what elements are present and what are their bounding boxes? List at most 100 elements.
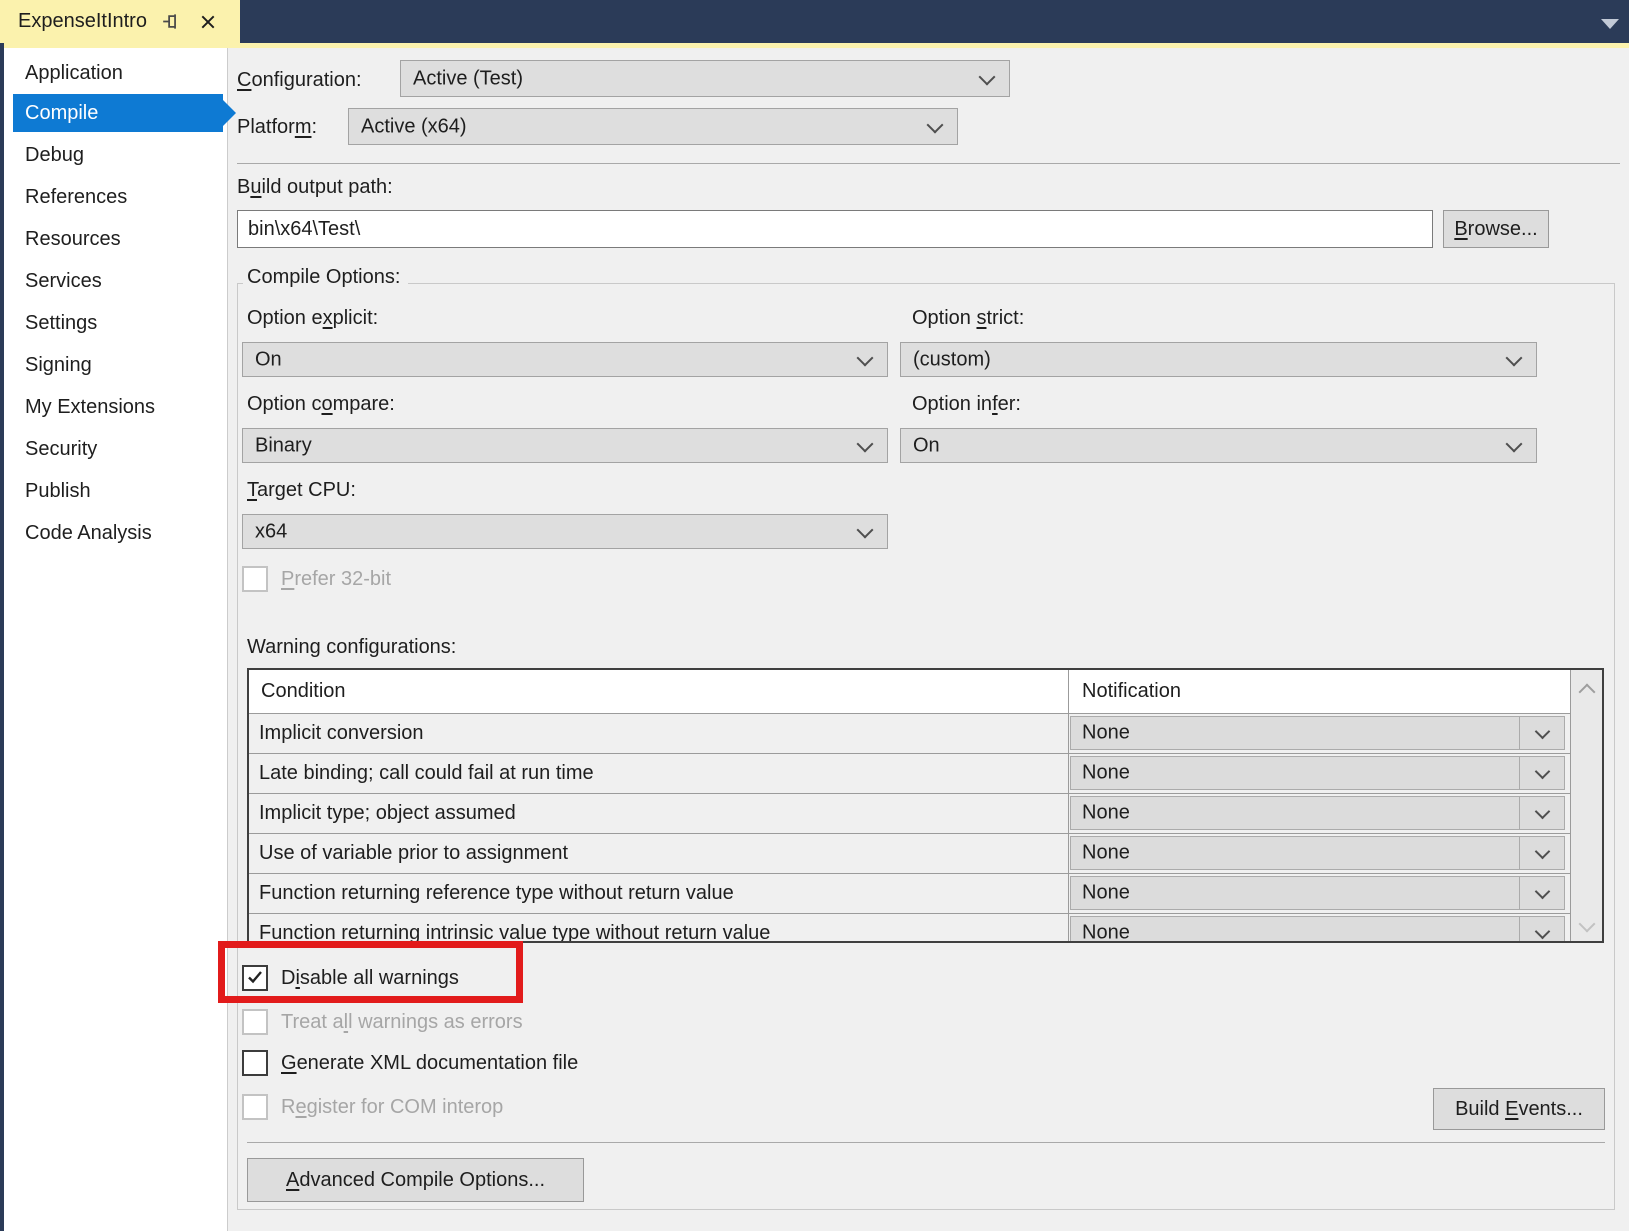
platform-value: Active (x64): [361, 115, 467, 137]
condition-cell: Implicit type; object assumed: [259, 802, 516, 824]
condition-cell: Implicit conversion: [259, 722, 424, 744]
notification-select[interactable]: None: [1070, 756, 1565, 790]
build-output-path-label: Build output path:: [237, 176, 393, 198]
sidebar-item-label: My Extensions: [25, 395, 156, 418]
sidebar-item-application[interactable]: Application: [13, 54, 223, 92]
build-output-path-input[interactable]: [237, 210, 1433, 248]
chevron-down-icon: [1534, 763, 1551, 780]
sidebar-item-services[interactable]: Services: [13, 262, 223, 300]
table-row[interactable]: Function returning reference type withou…: [249, 874, 1570, 914]
target-cpu-select[interactable]: x64: [242, 514, 888, 549]
table-row[interactable]: Implicit conversion None: [249, 714, 1570, 754]
chevron-down-icon: [856, 349, 874, 366]
treat-warnings-as-errors-checkbox: Treat all warnings as errors: [242, 1009, 523, 1035]
document-tab[interactable]: ExpenseItIntro: [0, 0, 240, 48]
prefer-32bit-checkbox: Prefer 32-bit: [242, 566, 391, 592]
configuration-select[interactable]: Active (Test): [400, 60, 1010, 97]
platform-select[interactable]: Active (x64): [348, 108, 958, 145]
sidebar-item-label: References: [25, 185, 128, 208]
table-row[interactable]: Function returning intrinsic value type …: [249, 914, 1570, 941]
chevron-down-icon[interactable]: [1601, 19, 1619, 29]
sidebar-item-debug[interactable]: Debug: [13, 136, 223, 174]
close-icon[interactable]: [197, 11, 219, 33]
condition-cell: Function returning intrinsic value type …: [259, 922, 771, 941]
chevron-down-icon: [856, 435, 874, 452]
notification-select[interactable]: None: [1070, 916, 1565, 941]
chevron-down-icon: [978, 68, 996, 85]
condition-cell: Late binding; call could fail at run tim…: [259, 762, 594, 784]
condition-column-header: Condition: [261, 680, 346, 702]
sidebar-item-label: Services: [25, 269, 102, 292]
table-row[interactable]: Implicit type; object assumed None: [249, 794, 1570, 834]
sidebar-item-label: Security: [25, 437, 98, 460]
chevron-down-icon: [1534, 923, 1551, 940]
sidebar-item-label: Settings: [25, 311, 98, 334]
chevron-down-icon: [1534, 723, 1551, 740]
warning-table: Condition Notification Implicit conversi…: [247, 668, 1604, 943]
target-cpu-value: x64: [255, 520, 288, 542]
highlight-box: [218, 941, 523, 1003]
option-explicit-value: On: [255, 348, 282, 370]
notification-select[interactable]: None: [1070, 796, 1565, 830]
chevron-down-icon: [1534, 843, 1551, 860]
notification-select[interactable]: None: [1070, 876, 1565, 910]
compile-options-group-label: Compile Options:: [243, 263, 409, 291]
section-divider: [237, 163, 1620, 164]
option-infer-select[interactable]: On: [900, 428, 1537, 463]
sidebar-item-references[interactable]: References: [13, 178, 223, 216]
sidebar-item-settings[interactable]: Settings: [13, 304, 223, 342]
checkbox-box: [242, 566, 268, 592]
tab-title: ExpenseItIntro: [18, 10, 147, 32]
chevron-down-icon: [1505, 435, 1523, 452]
table-scrollbar[interactable]: [1570, 670, 1602, 941]
option-explicit-select[interactable]: On: [242, 342, 888, 377]
checkbox-box[interactable]: [242, 1050, 268, 1076]
pin-icon[interactable]: [161, 11, 183, 33]
generate-xml-doc-checkbox[interactable]: Generate XML documentation file: [242, 1050, 578, 1076]
chevron-down-icon: [856, 521, 874, 538]
sidebar-item-label: Publish: [25, 479, 91, 502]
option-strict-select[interactable]: (custom): [900, 342, 1537, 377]
sidebar-item-signing[interactable]: Signing: [13, 346, 223, 384]
sidebar-item-security[interactable]: Security: [13, 430, 223, 468]
group-inner-divider: [247, 1142, 1605, 1143]
column-divider: [1068, 670, 1069, 941]
sidebar-item-compile[interactable]: Compile: [13, 94, 236, 132]
notification-select[interactable]: None: [1070, 836, 1565, 870]
sidebar-item-my-extensions[interactable]: My Extensions: [13, 388, 223, 426]
sidebar-item-label: Application: [25, 61, 123, 84]
table-row[interactable]: Use of variable prior to assignment None: [249, 834, 1570, 874]
sidebar-item-label: Compile: [25, 101, 99, 124]
notification-column-header: Notification: [1082, 680, 1181, 702]
title-bar: [0, 0, 1629, 43]
sidebar-item-label: Signing: [25, 353, 92, 376]
build-events-button[interactable]: Build Events...: [1433, 1088, 1605, 1130]
treat-warnings-as-errors-label: Treat all warnings as errors: [281, 1011, 523, 1033]
prefer-32bit-label: Prefer 32-bit: [281, 568, 392, 590]
notification-select[interactable]: None: [1070, 716, 1565, 750]
sidebar-item-publish[interactable]: Publish: [13, 472, 223, 510]
configuration-label: Configuration:: [237, 69, 362, 91]
chevron-up-icon[interactable]: [1578, 683, 1596, 701]
table-row[interactable]: Late binding; call could fail at run tim…: [249, 754, 1570, 794]
chevron-down-icon: [1534, 803, 1551, 820]
checkbox-box: [242, 1094, 268, 1120]
register-com-interop-checkbox: Register for COM interop: [242, 1094, 503, 1120]
generate-xml-doc-label: Generate XML documentation file: [281, 1052, 579, 1074]
tab-accent-strip: [0, 43, 1629, 48]
condition-cell: Function returning reference type withou…: [259, 882, 734, 904]
condition-cell: Use of variable prior to assignment: [259, 842, 569, 864]
sidebar-item-label: Code Analysis: [25, 521, 152, 544]
advanced-compile-options-button[interactable]: Advanced Compile Options...: [247, 1158, 584, 1202]
option-compare-select[interactable]: Binary: [242, 428, 888, 463]
configuration-value: Active (Test): [413, 67, 524, 89]
platform-label: Platform:: [237, 116, 318, 138]
browse-button[interactable]: Browse...: [1443, 210, 1549, 248]
chevron-down-icon: [1505, 349, 1523, 366]
option-strict-value: (custom): [913, 348, 991, 370]
chevron-down-icon: [926, 116, 944, 133]
sidebar-item-resources[interactable]: Resources: [13, 220, 223, 258]
sidebar-item-code-analysis[interactable]: Code Analysis: [13, 514, 223, 552]
target-cpu-label: Target CPU:: [247, 479, 356, 501]
chevron-down-icon[interactable]: [1578, 915, 1596, 933]
